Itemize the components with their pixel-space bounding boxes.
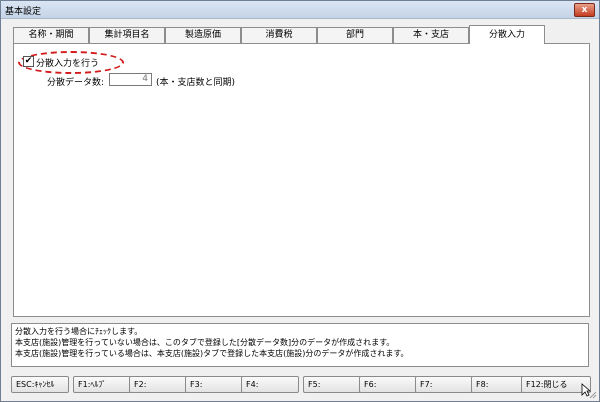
tab-manufacturing-cost[interactable]: 製造原価 — [165, 27, 241, 43]
tab-consumption-tax[interactable]: 消費税 — [241, 27, 317, 43]
mouse-cursor-icon — [581, 383, 591, 397]
settings-window: 基本設定 x 名称・期間 集計項目名 製造原価 消費税 部門 本・支店 分散入力… — [0, 0, 600, 402]
f6-button[interactable]: F6: — [359, 376, 417, 393]
close-button[interactable]: x — [574, 3, 595, 17]
help-line: 分散入力を行う場合にﾁｪｯｸします。 — [15, 327, 143, 336]
f4-button[interactable]: F4: — [241, 376, 299, 393]
f1-help-button[interactable]: F1:ﾍﾙﾌﾟ — [73, 376, 131, 393]
tab-aggregate-items[interactable]: 集計項目名 — [89, 27, 165, 43]
window-title: 基本設定 — [5, 7, 42, 17]
tab-branch[interactable]: 本・支店 — [393, 27, 469, 43]
help-text-box: 分散入力を行う場合にﾁｪｯｸします。 本支店(施設)管理を行っていない場合は、こ… — [11, 323, 589, 367]
checkbox-label: 分散入力を行う — [36, 59, 100, 69]
f7-button[interactable]: F7: — [415, 376, 473, 393]
distributed-input-checkbox[interactable]: ✔ — [23, 56, 34, 67]
esc-cancel-button[interactable]: ESC:ｷｬﾝｾﾙ — [11, 376, 69, 393]
f3-button[interactable]: F3: — [185, 376, 243, 393]
distributed-data-count-label: 分散データ数: — [47, 78, 105, 88]
f2-button[interactable]: F2: — [129, 376, 187, 393]
tab-distributed-input[interactable]: 分散入力 — [469, 25, 545, 44]
help-line: 本支店(施設)管理を行っていない場合は、このタブで登録した[分散データ数]分のデ… — [15, 338, 395, 347]
tab-department[interactable]: 部門 — [317, 27, 393, 43]
sync-note: (本・支店数と同期) — [156, 78, 236, 88]
help-line: 本支店(施設)管理を行っている場合は、本支店(施設)タブで登録した本支店(施設)… — [15, 349, 409, 358]
f5-button[interactable]: F5: — [303, 376, 361, 393]
title-bar: 基本設定 x — [1, 1, 599, 19]
tab-name-period[interactable]: 名称・期間 — [13, 27, 89, 43]
distributed-data-count-input[interactable]: 4 — [109, 73, 152, 86]
